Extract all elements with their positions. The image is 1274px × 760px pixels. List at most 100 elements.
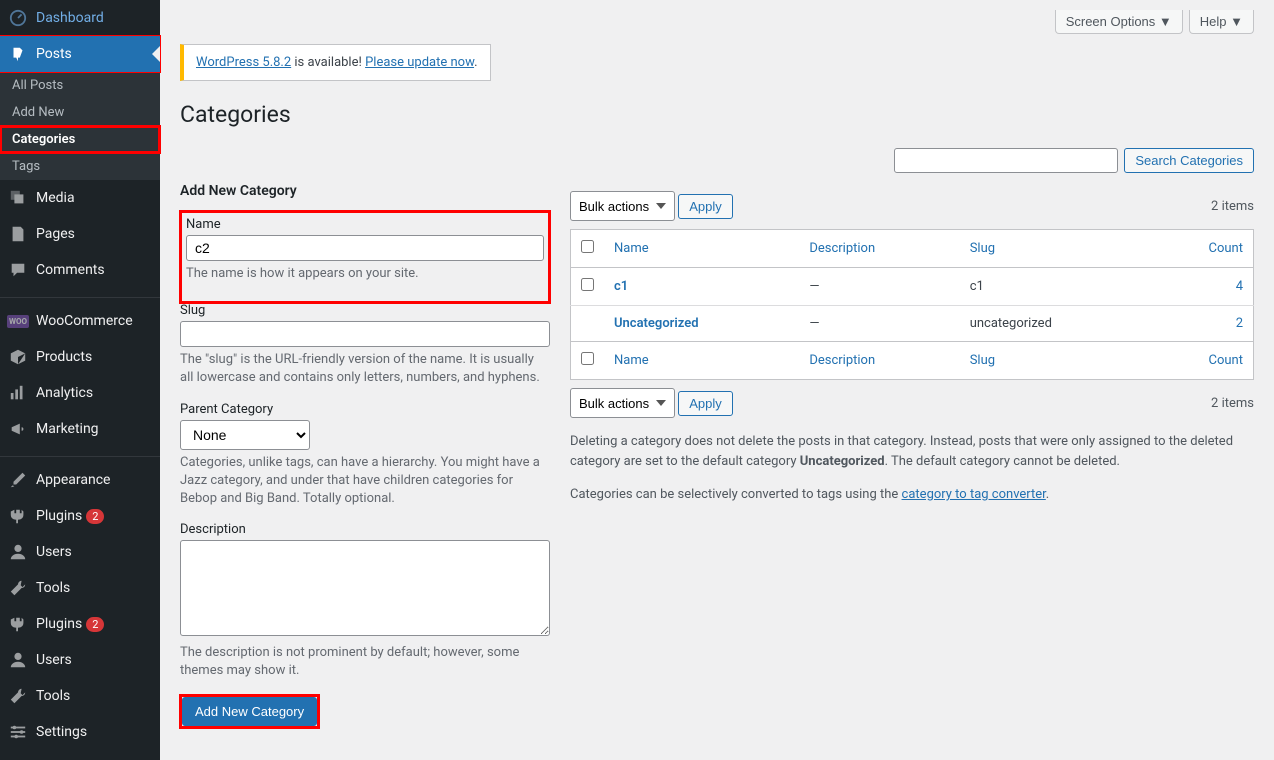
apply-bottom[interactable]: Apply (678, 391, 733, 416)
menu-label: Pages (36, 226, 75, 242)
comment-icon (8, 260, 28, 280)
menu-dashboard[interactable]: Dashboard (0, 0, 160, 36)
table-row: c1 — c1 4 (571, 268, 1254, 306)
add-category-form: Add New Category Name The name is how it… (180, 183, 550, 728)
items-count: 2 items (1211, 396, 1254, 411)
menu-separator (0, 293, 160, 298)
select-all-bottom[interactable] (581, 352, 594, 365)
menu-marketing[interactable]: Marketing (0, 411, 160, 447)
row-name[interactable]: Uncategorized (614, 316, 699, 331)
col-description[interactable]: Description (809, 353, 875, 368)
dashboard-icon (8, 8, 28, 28)
menu-label: Comments (36, 262, 105, 278)
submenu-tags[interactable]: Tags (0, 153, 160, 180)
description-input[interactable] (180, 540, 550, 636)
menu-label: Media (36, 190, 75, 206)
categories-table: Name Description Slug Count c1 — c1 4 (570, 229, 1254, 380)
menu-appearance[interactable]: Appearance (0, 462, 160, 498)
update-notice: WordPress 5.8.2 is available! Please upd… (180, 44, 491, 81)
description-label: Description (180, 522, 550, 537)
posts-submenu: All Posts Add New Categories Tags (0, 72, 160, 180)
plugin-icon (8, 614, 28, 634)
row-count[interactable]: 2 (1236, 316, 1243, 331)
submenu-categories[interactable]: Categories (0, 126, 160, 153)
menu-label: Products (36, 349, 92, 365)
menu-label: Tools (36, 688, 70, 704)
col-name[interactable]: Name (614, 353, 649, 368)
menu-settings[interactable]: Settings (0, 714, 160, 750)
menu-pages[interactable]: Pages (0, 216, 160, 252)
menu-analytics[interactable]: Analytics (0, 375, 160, 411)
menu-media[interactable]: Media (0, 180, 160, 216)
slug-input[interactable] (180, 321, 550, 347)
row-checkbox[interactable] (581, 278, 594, 291)
col-slug[interactable]: Slug (970, 353, 995, 368)
menu-plugins-2[interactable]: Plugins 2 (0, 606, 160, 642)
menu-tools[interactable]: Tools (0, 570, 160, 606)
admin-sidebar: Dashboard Posts All Posts Add New Catego… (0, 0, 160, 760)
select-all-top[interactable] (581, 240, 594, 253)
menu-posts[interactable]: Posts (0, 36, 160, 72)
submenu-all-posts[interactable]: All Posts (0, 72, 160, 99)
apply-top[interactable]: Apply (678, 194, 733, 219)
menu-products[interactable]: Products (0, 339, 160, 375)
menu-users-2[interactable]: Users (0, 642, 160, 678)
brush-icon (8, 470, 28, 490)
name-input[interactable] (186, 235, 544, 261)
parent-desc: Categories, unlike tags, can have a hier… (180, 454, 550, 509)
col-name[interactable]: Name (614, 241, 649, 256)
main-content: Screen Options ▼ Help ▼ WordPress 5.8.2 … (160, 0, 1274, 760)
menu-label: Posts (36, 46, 72, 62)
submit-button[interactable]: Add New Category (182, 697, 317, 726)
col-slug[interactable]: Slug (970, 241, 995, 256)
menu-tools-2[interactable]: Tools (0, 678, 160, 714)
search-input[interactable] (894, 148, 1118, 173)
parent-label: Parent Category (180, 402, 550, 417)
menu-separator (0, 452, 160, 457)
bulk-actions-top[interactable]: Bulk actions (570, 191, 675, 221)
submenu-add-new[interactable]: Add New (0, 99, 160, 126)
plugins-badge: 2 (86, 509, 104, 524)
menu-label: WooCommerce (36, 313, 133, 329)
menu-woocommerce[interactable]: WOO WooCommerce (0, 303, 160, 339)
bulk-actions-bottom[interactable]: Bulk actions (570, 388, 675, 418)
converter-link[interactable]: category to tag converter (902, 487, 1046, 502)
menu-comments[interactable]: Comments (0, 252, 160, 288)
page-icon (8, 224, 28, 244)
menu-label: Users (36, 652, 72, 668)
products-icon (8, 347, 28, 367)
menu-label: Users (36, 544, 72, 560)
slug-label: Slug (180, 303, 550, 318)
user-icon (8, 650, 28, 670)
row-slug: uncategorized (960, 306, 1151, 342)
categories-list: Bulk actions Apply 2 items Name Descript… (570, 183, 1254, 728)
megaphone-icon (8, 419, 28, 439)
menu-label: Settings (36, 724, 87, 740)
screen-options-button[interactable]: Screen Options ▼ (1055, 10, 1183, 34)
help-button[interactable]: Help ▼ (1189, 10, 1254, 34)
convert-info: Categories can be selectively converted … (570, 485, 1254, 505)
row-slug: c1 (960, 268, 1151, 306)
menu-users[interactable]: Users (0, 534, 160, 570)
plugins-badge: 2 (86, 617, 104, 632)
update-now-link[interactable]: Please update now (365, 55, 474, 70)
parent-select[interactable]: None (180, 420, 310, 450)
col-description[interactable]: Description (809, 241, 875, 256)
wp-version-link[interactable]: WordPress 5.8.2 (196, 55, 291, 70)
menu-label: Appearance (36, 472, 110, 488)
analytics-icon (8, 383, 28, 403)
row-count[interactable]: 4 (1236, 279, 1243, 294)
menu-label: Plugins (36, 616, 82, 632)
col-count[interactable]: Count (1209, 353, 1243, 368)
settings-icon (8, 722, 28, 742)
slug-desc: The "slug" is the URL-friendly version o… (180, 351, 550, 387)
search-button[interactable]: Search Categories (1124, 148, 1254, 173)
plugin-icon (8, 506, 28, 526)
col-count[interactable]: Count (1209, 241, 1243, 256)
wrench-icon (8, 578, 28, 598)
row-description: — (799, 268, 959, 306)
row-name[interactable]: c1 (614, 279, 628, 294)
menu-label: Analytics (36, 385, 93, 401)
menu-plugins[interactable]: Plugins 2 (0, 498, 160, 534)
row-description: — (799, 306, 959, 342)
